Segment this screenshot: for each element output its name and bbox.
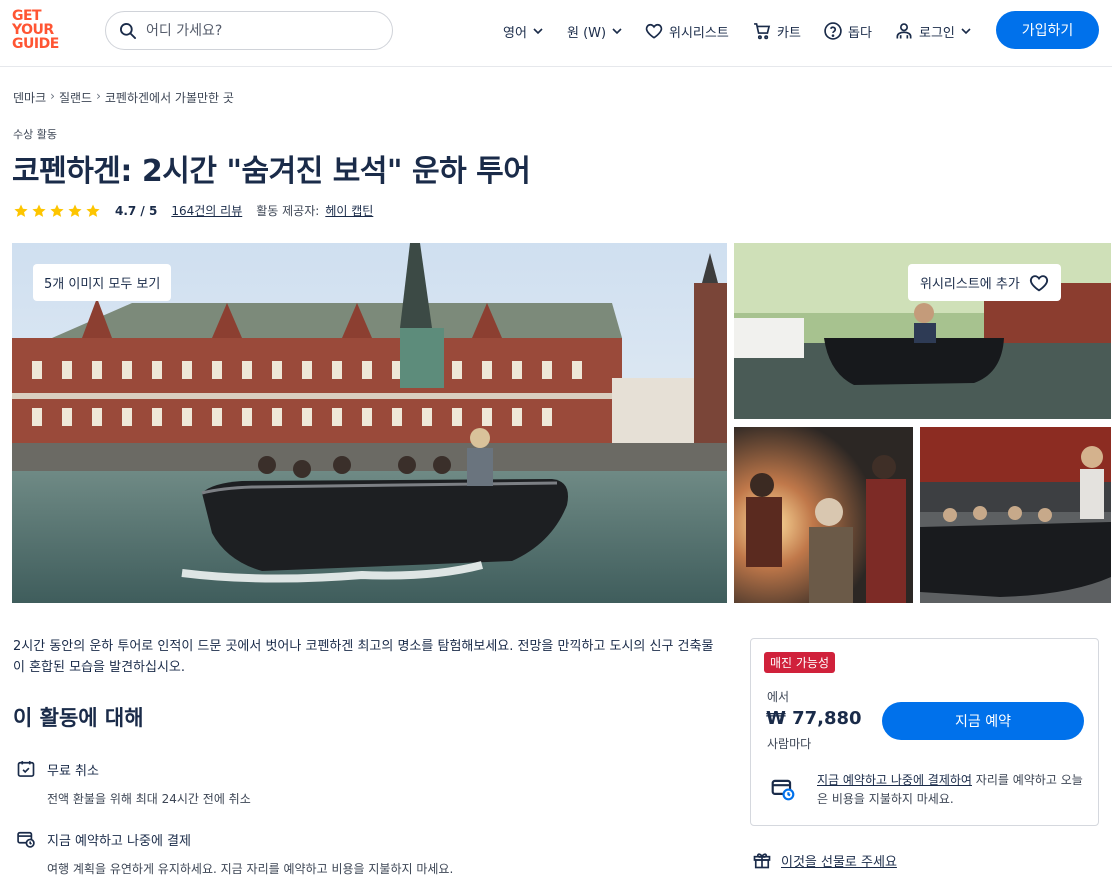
cart-link[interactable]: 카트 — [752, 20, 801, 42]
photo-boat-houseboat[interactable] — [920, 427, 1111, 603]
wishlist-link[interactable]: 위시리스트 — [644, 20, 729, 42]
cart-label: 카트 — [777, 25, 801, 41]
language-label: 영어 — [503, 25, 527, 41]
rating-row: 4.7 / 5 164건의 리뷰 활동 제공자: 헤이 캡틴 — [13, 202, 373, 219]
heart-icon — [1029, 274, 1048, 291]
gift-icon — [753, 853, 771, 869]
about-section-title: 이 활동에 대해 — [13, 706, 144, 730]
logo[interactable]: GET YOUR GUIDE — [12, 9, 64, 53]
activity-description: 2시간 동안의 운하 투어로 인적이 드문 곳에서 벗어나 코펜하겐 최고의 명… — [13, 639, 714, 675]
search-input[interactable] — [146, 22, 366, 39]
logo-line-2: YOUR — [12, 22, 54, 38]
star-icon — [50, 203, 64, 217]
reserve-later-link[interactable]: 지금 예약하고 나중에 결제하여 — [817, 773, 972, 787]
card-clock-icon — [771, 779, 795, 801]
star-rating — [13, 203, 101, 219]
star-icon — [68, 203, 82, 217]
star-icon — [14, 203, 28, 217]
reviews-link[interactable]: 164건의 리뷰 — [171, 202, 242, 219]
help-icon — [824, 22, 842, 40]
view-all-photos-button[interactable]: 5개 이미지 모두 보기 — [33, 264, 172, 301]
provider-link[interactable]: 헤이 캡틴 — [325, 202, 373, 219]
breadcrumb-item-denmark[interactable]: 덴마크 — [13, 89, 46, 106]
wishlist-label: 위시리스트 — [669, 25, 729, 41]
price-from-label: 에서 — [767, 690, 790, 704]
feature-title: 무료 취소 — [47, 764, 99, 779]
signup-button[interactable]: 가입하기 — [996, 11, 1099, 49]
top-header: GET YOUR GUIDE 영어 원 (W) 위시리스트 카트 돕다 로그인 … — [0, 0, 1112, 67]
chevron-down-icon — [533, 28, 543, 35]
photo-boat-canal-right[interactable]: 위시리스트에 추가 — [734, 243, 1111, 419]
gift-label: 이것을 선물로 주세요 — [781, 854, 897, 870]
user-icon — [896, 23, 912, 39]
breadcrumb-separator: › — [50, 89, 55, 103]
chevron-down-icon — [961, 28, 971, 35]
search-bar[interactable] — [105, 11, 393, 50]
photo-passengers-sunset[interactable] — [734, 427, 913, 603]
breadcrumb: 덴마크 › 질랜드 › 코펜하겐에서 가볼만한 곳 — [13, 89, 234, 106]
price-per-label: 사람마다 — [767, 737, 812, 751]
main-photo-boat-canal[interactable]: 5개 이미지 모두 보기 — [12, 243, 727, 603]
feature-title: 지금 예약하고 나중에 결제 — [47, 834, 191, 849]
card-clock-icon — [17, 831, 35, 848]
rating-value: 4.7 / 5 — [115, 203, 158, 218]
star-icon — [32, 203, 46, 217]
help-label: 돕다 — [848, 25, 872, 41]
heart-icon — [645, 23, 663, 39]
add-to-wishlist-label: 위시리스트에 추가 — [920, 277, 1020, 292]
feature-subtitle: 전액 환불을 위해 최대 24시간 전에 취소 — [47, 792, 251, 806]
price-value: ₩ 77,880 — [766, 708, 862, 729]
help-link[interactable]: 돕다 — [823, 20, 872, 42]
star-icon — [86, 203, 100, 217]
chevron-down-icon — [612, 28, 622, 35]
login-label: 로그인 — [919, 25, 955, 41]
logo-line-1: GET — [12, 8, 42, 24]
logo-line-3: GUIDE — [12, 36, 59, 52]
feature-subtitle: 여행 계획을 유연하게 유지하세요. 지금 자리를 예약하고 비용을 지불하지 … — [47, 862, 454, 876]
page-title: 코펜하겐: 2시간 "숨겨진 보석" 운하 투어 — [12, 154, 531, 189]
language-selector[interactable]: 영어 — [503, 20, 544, 42]
calendar-check-icon — [17, 761, 35, 777]
activity-category: 수상 활동 — [13, 128, 57, 141]
add-to-wishlist-button[interactable]: 위시리스트에 추가 — [908, 264, 1061, 301]
breadcrumb-item-copenhagen[interactable]: 코펜하겐에서 가볼만한 곳 — [105, 89, 234, 106]
breadcrumb-separator: › — [96, 89, 101, 103]
gift-link[interactable]: 이것을 선물로 주세요 — [752, 850, 897, 870]
likely-to-sell-out-badge: 매진 가능성 — [764, 652, 836, 673]
currency-selector[interactable]: 원 (W) — [567, 20, 623, 42]
reserve-later-text: 지금 예약하고 나중에 결제하여 자리를 예약하고 오늘은 비용을 지불하지 마… — [817, 771, 1087, 809]
book-now-button[interactable]: 지금 예약 — [882, 702, 1084, 740]
provider-label: 활동 제공자: — [256, 204, 320, 218]
feature-reserve-now-pay-later: 지금 예약하고 나중에 결제 — [16, 829, 191, 849]
feature-free-cancellation: 무료 취소 — [16, 759, 99, 779]
search-icon — [120, 22, 136, 39]
cart-icon — [754, 23, 771, 40]
login-menu[interactable]: 로그인 — [894, 20, 972, 42]
breadcrumb-item-zealand[interactable]: 질랜드 — [59, 89, 92, 106]
currency-label: 원 (W) — [567, 25, 607, 41]
